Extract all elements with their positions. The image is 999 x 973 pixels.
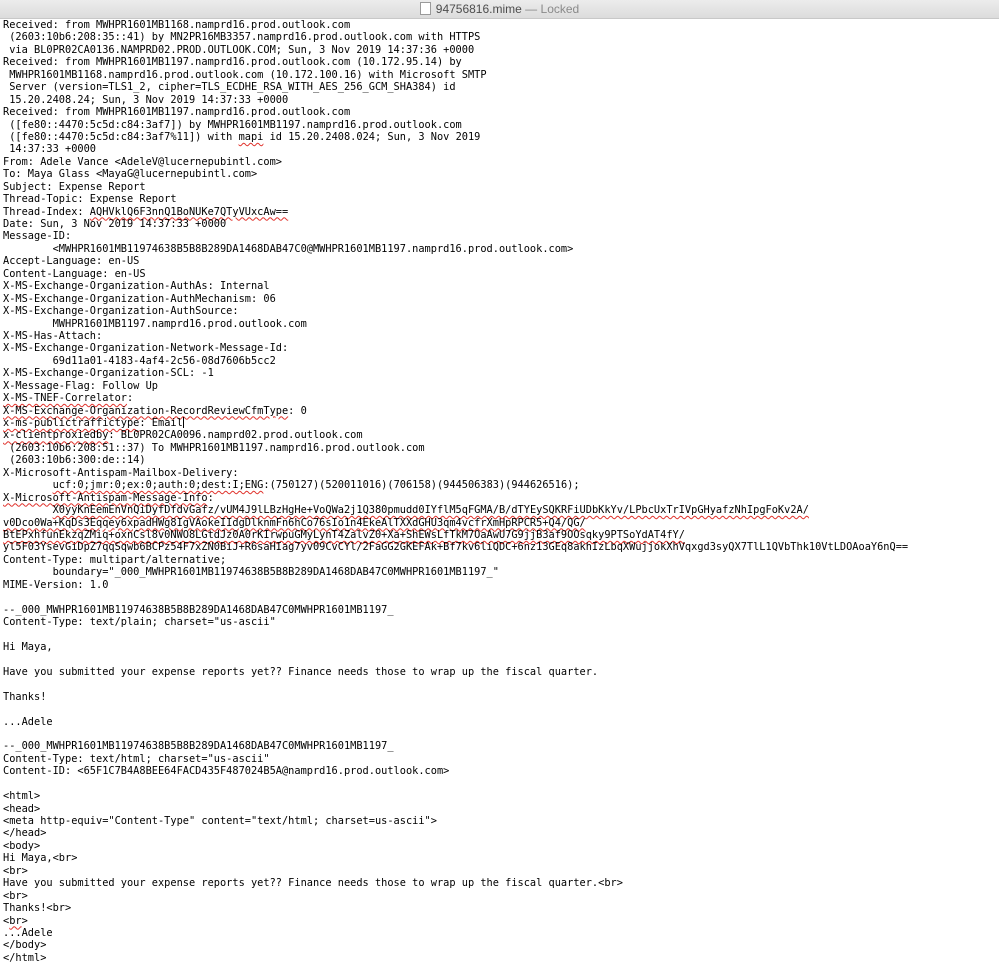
document-line: Content-Language: en-US xyxy=(3,267,146,280)
document-line: ...Adele xyxy=(3,715,53,728)
document-text[interactable]: Received: from MWHPR1601MB1168.namprd16.… xyxy=(3,19,999,964)
document-line: <br> xyxy=(3,889,28,902)
document-line: Thanks!<br> xyxy=(3,902,72,915)
document-line: ...Adele xyxy=(3,926,53,939)
spellcheck-underline: BtEPxhfunEkzqZMiq+oxnCsl8v0NWO8LGtdJz0A0… xyxy=(3,528,685,541)
document-line: <br> xyxy=(3,864,28,877)
document-line: --_000_MWHPR1601MB11974638B5B8B289DA1468… xyxy=(3,603,394,616)
spellcheck-underline: X-Microsoft-Antispam-Message-Info xyxy=(3,491,208,504)
document-line: Have you submitted your expense reports … xyxy=(3,665,599,678)
spellcheck-underline: v0Dco0Wa+KqDs3Eqqey6xpadHWg8IgVAokeIIdgD… xyxy=(3,516,586,529)
document-line: <body> xyxy=(3,839,41,852)
document-line: Date: Sun, 3 Nov 2019 14:37:33 +0000 xyxy=(3,218,227,230)
document-line: <meta http-equiv="Content-Type" content=… xyxy=(3,815,437,827)
document-line: Accept-Language: en-US xyxy=(3,255,140,268)
document-line: X-Microsoft-Antispam-Mailbox-Delivery: xyxy=(3,466,239,479)
document-line: X-MS-Exchange-Organization-AuthAs: Inter… xyxy=(3,280,270,293)
text-editor[interactable]: Received: from MWHPR1601MB1168.namprd16.… xyxy=(0,19,999,973)
spellcheck-underline: x-ms-publictraffictype xyxy=(3,417,140,429)
document-line: ([fe80::4470:5c5d:c84:3af7%11]) with map… xyxy=(3,130,481,143)
document-line: x-clientproxiedby: BL0PR02CA0096.namprd0… xyxy=(3,429,363,442)
document-line: BtEPxhfunEkzqZMiq+oxnCsl8v0NWO8LGtdJz0A0… xyxy=(3,529,685,541)
document-line: (2603:10b6:208:35::41) by MN2PR16MB3357.… xyxy=(3,31,481,44)
document-line: </head> xyxy=(3,827,47,840)
spellcheck-underline: X0yyKnEemEnVnQiDyfDfdvGafz/vUM4J9lLBzHgH… xyxy=(52,504,809,517)
document-line: ucf:0;jmr:0;ex:0;auth:0;dest:I;ENG:(7501… xyxy=(52,479,580,492)
document-line: --_000_MWHPR1601MB11974638B5B8B289DA1468… xyxy=(3,740,394,753)
window-filename: 94756816.mime xyxy=(435,2,522,16)
document-line: <br> xyxy=(3,914,28,927)
document-line: Content-Type: multipart/alternative; xyxy=(3,553,227,566)
document-line: MIME-Version: 1.0 xyxy=(3,578,109,591)
document-line: Have you submitted your expense reports … xyxy=(3,877,623,890)
spellcheck-underline: X-MS-TNEF-Correlator xyxy=(3,392,127,405)
document-line: MWHPR1601MB1168.namprd16.prod.outlook.co… xyxy=(3,68,487,81)
document-icon xyxy=(419,2,431,15)
document-line: v0Dco0Wa+KqDs3Eqqey6xpadHWg8IgVAokeIIdgD… xyxy=(3,517,586,529)
document-line: Hi Maya, xyxy=(3,640,53,653)
spellcheck-underline: br xyxy=(9,914,22,927)
document-line: X-MS-Exchange-Organization-SCL: -1 xyxy=(3,367,214,380)
document-line: x-ms-publictraffictype: Email xyxy=(3,417,184,429)
document-line: 14:37:33 +0000 xyxy=(3,143,96,156)
document-line: Received: from MWHPR1601MB1168.namprd16.… xyxy=(3,19,351,31)
window-titlebar: 94756816.mime — Locked xyxy=(0,0,999,19)
document-line: X-MS-Exchange-Organization-AuthSource: xyxy=(3,305,239,318)
lock-status[interactable]: Locked xyxy=(541,2,580,16)
document-line: To: Maya Glass <MayaG@lucernepubintl.com… xyxy=(3,168,258,181)
document-line: Content-Type: text/html; charset="us-asc… xyxy=(3,752,270,765)
document-line: Thanks! xyxy=(3,690,47,703)
spellcheck-underline: ucf:0;jmr:0;ex:0;auth:0;dest:I;ENG xyxy=(52,479,264,492)
document-line: X-MS-Exchange-Organization-Network-Messa… xyxy=(3,342,289,355)
document-line: Message-ID: xyxy=(3,230,72,243)
document-line: Received: from MWHPR1601MB1197.namprd16.… xyxy=(3,106,351,119)
document-line: Content-Type: text/plain; charset="us-as… xyxy=(3,616,276,628)
document-line: via BL0PR02CA0136.NAMPRD02.PROD.OUTLOOK.… xyxy=(3,43,475,56)
title-separator: — xyxy=(525,2,538,16)
document-line: X-Microsoft-Antispam-Message-Info: xyxy=(3,491,214,504)
document-line: 69d11a01-4183-4af4-2c56-08d7606b5cc2 xyxy=(3,354,276,367)
spellcheck-underline: x-clientproxiedby xyxy=(3,429,109,442)
spellcheck-underline: mapi xyxy=(238,130,264,143)
document-line: Hi Maya,<br> xyxy=(3,852,78,865)
document-line: X0yyKnEemEnVnQiDyfDfdvGafz/vUM4J9lLBzHgH… xyxy=(3,504,809,516)
document-line: X-MS-Has-Attach: xyxy=(3,329,103,342)
document-line: X-Message-Flag: Follow Up xyxy=(3,379,158,392)
document-line: yl5F03YsevGiDpZ7qqSqwb6BCPz54F7xZN0BiJ+R… xyxy=(3,541,909,554)
document-line: <head> xyxy=(3,802,41,815)
document-line: X-MS-Exchange-Organization-RecordReviewC… xyxy=(3,404,307,417)
document-line: </html> xyxy=(3,951,47,964)
document-line: Subject: Expense Report xyxy=(3,180,146,193)
spellcheck-underline: AQHVklQ6F3nnQ1BoNUKe7QTyVUxcAw== xyxy=(89,205,289,218)
text-caret xyxy=(182,417,184,428)
document-line: (2603:10b6:208:51::37) To MWHPR1601MB119… xyxy=(3,441,425,454)
spellcheck-underline: X-MS-Exchange-Organization-RecordReviewC… xyxy=(3,404,289,417)
document-line: (2603:10b6:300:de::14) xyxy=(3,454,146,467)
document-line: Server (version=TLS1_2, cipher=TLS_ECDHE… xyxy=(3,81,456,94)
document-line: boundary="_000_MWHPR1601MB11974638B5B8B2… xyxy=(3,566,499,579)
document-line: Thread-Index: AQHVklQ6F3nnQ1BoNUKe7QTyVU… xyxy=(3,205,289,218)
document-line: <html> xyxy=(3,790,41,803)
document-line: Content-ID: <65F1C7B4A8BEE64FACD435F4870… xyxy=(3,765,450,778)
document-line: Received: from MWHPR1601MB1197.namprd16.… xyxy=(3,56,462,69)
document-line: Thread-Topic: Expense Report xyxy=(3,193,177,206)
document-line: X-MS-TNEF-Correlator: xyxy=(3,392,134,405)
document-line: 15.20.2408.24; Sun, 3 Nov 2019 14:37:33 … xyxy=(3,93,289,106)
document-line: ([fe80::4470:5c5d:c84:3af7]) by MWHPR160… xyxy=(3,118,462,131)
document-line: </body> xyxy=(3,939,47,952)
document-line: From: Adele Vance <AdeleV@lucernepubintl… xyxy=(3,155,282,168)
document-line: <MWHPR1601MB11974638B5B8B289DA1468DAB47C… xyxy=(3,242,574,255)
document-line: MWHPR1601MB1197.namprd16.prod.outlook.co… xyxy=(3,317,307,330)
document-line: X-MS-Exchange-Organization-AuthMechanism… xyxy=(3,292,276,305)
